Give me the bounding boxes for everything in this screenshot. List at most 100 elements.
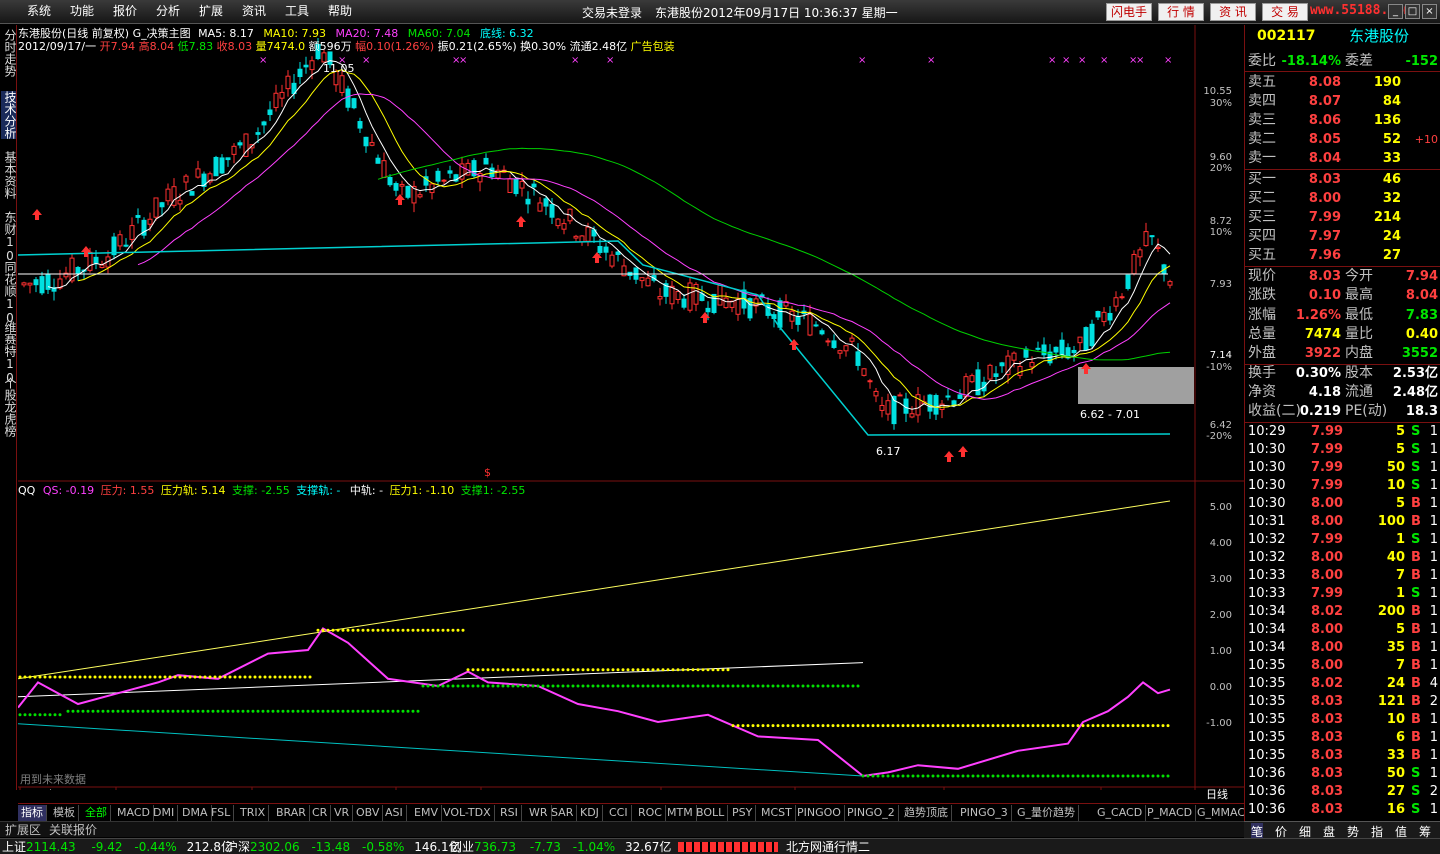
tick-count: 1	[1429, 568, 1438, 583]
support-dots	[191, 709, 195, 713]
menu-analysis[interactable]: 分析	[156, 3, 180, 19]
bid-row[interactable]: 买一 8.03 46	[1245, 170, 1440, 189]
indicator-tab-trix[interactable]: TRIX	[237, 805, 270, 821]
candle-body	[573, 235, 579, 239]
pressure1-dots	[916, 724, 920, 728]
indicator-tab-g-cacd[interactable]: G_CACD	[1094, 805, 1147, 821]
ask-row[interactable]: 卖五 8.08 190	[1245, 73, 1440, 92]
minimize-icon[interactable]: _	[1388, 4, 1403, 19]
indicator-tab-brar[interactable]: BRAR	[273, 805, 310, 821]
tab-eastmoney[interactable]: 东财10	[1, 211, 17, 263]
stat-value: 0.10	[1308, 288, 1341, 304]
ask-row[interactable]: 卖二 8.05 52 +10	[1245, 130, 1440, 149]
menu-function[interactable]: 功能	[70, 3, 94, 19]
pressure-dots	[451, 628, 455, 632]
bid-row[interactable]: 买四 7.97 24	[1245, 227, 1440, 246]
indicator-tab-cr[interactable]: CR	[309, 805, 332, 821]
indicator-tab--[interactable]: 趋势顶底	[901, 805, 952, 821]
support1-dots	[1026, 774, 1030, 778]
tab-weisaite[interactable]: 维赛特10	[1, 321, 17, 385]
indicator-tab--[interactable]: 模板	[50, 805, 79, 821]
maximize-icon[interactable]: □	[1405, 4, 1420, 19]
market-button[interactable]: 行 情	[1158, 3, 1204, 21]
ask-row[interactable]: 卖一 8.04 33	[1245, 149, 1440, 168]
pressure1-dots	[1051, 724, 1055, 728]
indicator-tab-mtm[interactable]: MTM	[664, 805, 697, 821]
indicator-tab-dmi[interactable]: DMI	[150, 805, 179, 821]
indicator-tab-emv[interactable]: EMV	[411, 805, 442, 821]
indicator-tab-pingoo[interactable]: PINGOO	[794, 805, 845, 821]
indicator-tab-roc[interactable]: ROC	[635, 805, 666, 821]
indicator-tab-pingo-3[interactable]: PINGO_3	[957, 805, 1012, 821]
indicator-tab-rsi[interactable]: RSI	[497, 805, 522, 821]
bid-row[interactable]: 买五 7.96 27	[1245, 246, 1440, 265]
indicator-tab-obv[interactable]: OBV	[353, 805, 384, 821]
stat-row: 涨幅 1.26% 最低 7.83	[1245, 306, 1440, 325]
pressure1-dots	[851, 724, 855, 728]
tab-technical[interactable]: 技术分析	[1, 91, 17, 139]
indicator-tab-g-[interactable]: G_量价趋势	[1014, 805, 1080, 821]
indicator-tab-cci[interactable]: CCI	[606, 805, 632, 821]
tick-time: 10:34	[1248, 604, 1286, 619]
support1-dots	[966, 774, 970, 778]
pressure1-dots	[816, 724, 820, 728]
support-dots	[86, 709, 90, 713]
support1-dots	[776, 684, 780, 688]
news-button[interactable]: 资 讯	[1210, 3, 1256, 21]
indicator-tab-vr[interactable]: VR	[331, 805, 354, 821]
support-dots	[201, 709, 205, 713]
hs-index[interactable]: 沪深2302.06 -13.48 -0.58% 146.1亿	[226, 839, 461, 854]
menu-tools[interactable]: 工具	[285, 3, 309, 19]
indicator-tab-kdj[interactable]: KDJ	[577, 805, 603, 821]
trade-button[interactable]: 交 易	[1262, 3, 1308, 21]
indicator-tab-pingo-2[interactable]: PINGO_2	[844, 805, 899, 821]
indicator-tab-macd[interactable]: MACD	[114, 805, 154, 821]
ask-row[interactable]: 卖三 8.06 136	[1245, 111, 1440, 130]
day-line-label[interactable]: 日线	[1206, 788, 1228, 801]
tab-extension-area[interactable]: 扩展区	[2, 822, 44, 838]
menu-system[interactable]: 系统	[27, 3, 51, 19]
support-dots	[28, 713, 32, 717]
indicator-tab--[interactable]: 指标	[18, 805, 47, 821]
tab-related-quote[interactable]: 关联报价	[46, 822, 100, 838]
indicator-tab-mcst[interactable]: MCST	[758, 805, 796, 821]
menu-extend[interactable]: 扩展	[199, 3, 223, 19]
indicator-tab-p-macd[interactable]: P_MACD	[1144, 805, 1197, 821]
pressure-dots	[88, 675, 92, 679]
tab-intraday[interactable]: 分时走势	[1, 29, 17, 77]
bid-row[interactable]: 买二 8.00 32	[1245, 189, 1440, 208]
bid-row[interactable]: 买三 7.99 214	[1245, 208, 1440, 227]
support1-dots	[891, 774, 895, 778]
pressure1-dots	[726, 668, 730, 672]
tab-fundamental[interactable]: 基本资料	[1, 151, 17, 199]
indicator-tab-fsl[interactable]: FSL	[208, 805, 235, 821]
ma5-line	[47, 60, 1171, 410]
kline-chart[interactable]: 10.5530% 9.6020% 8.7210% 7.93 7.14-10% 6.42-2…	[18, 25, 1244, 790]
chart-area[interactable]: 10.55 30% 9.60 20% 8.72 10% 7.93 7.14 -10% 6.42 -2…	[18, 25, 1244, 801]
support1-dots	[1091, 774, 1095, 778]
indicator-tab-dma[interactable]: DMA	[179, 805, 212, 821]
tab-dragon-tiger[interactable]: 个股龙虎榜	[1, 377, 17, 437]
sh-index[interactable]: 上证2114.43 -9.42 -0.44% 212.8亿	[2, 839, 233, 854]
indicator-tab--[interactable]: 全部	[82, 805, 111, 821]
menu-news[interactable]: 资讯	[242, 3, 266, 19]
cy-index[interactable]: 创业736.73 -7.73 -1.04% 32.67亿	[450, 839, 671, 854]
pressure1-dots	[721, 668, 725, 672]
menu-help[interactable]: 帮助	[328, 3, 352, 19]
flash-trade-button[interactable]: 闪电手	[1106, 3, 1152, 21]
indicator-tab-vol-tdx[interactable]: VOL-TDX	[440, 805, 495, 821]
ask-row[interactable]: 卖四 8.07 84	[1245, 92, 1440, 111]
tab-tonghuashun[interactable]: 同花顺10	[1, 261, 17, 325]
tick-row: 10:34 8.02 200 B 1	[1245, 603, 1440, 621]
indicator-tab-boll[interactable]: BOLL	[693, 805, 729, 821]
close-icon[interactable]: ×	[1422, 4, 1437, 19]
indicator-tab-psy[interactable]: PSY	[729, 805, 757, 821]
indicator-tab-asi[interactable]: ASI	[382, 805, 407, 821]
stat-value: 7474	[1304, 326, 1341, 342]
indicator-tab-sar[interactable]: SAR	[548, 805, 578, 821]
pressure-dots	[426, 628, 430, 632]
candle-body	[183, 175, 189, 183]
menu-quote[interactable]: 报价	[113, 3, 137, 19]
pressure1-dots	[936, 724, 940, 728]
pressure-dots	[293, 675, 297, 679]
